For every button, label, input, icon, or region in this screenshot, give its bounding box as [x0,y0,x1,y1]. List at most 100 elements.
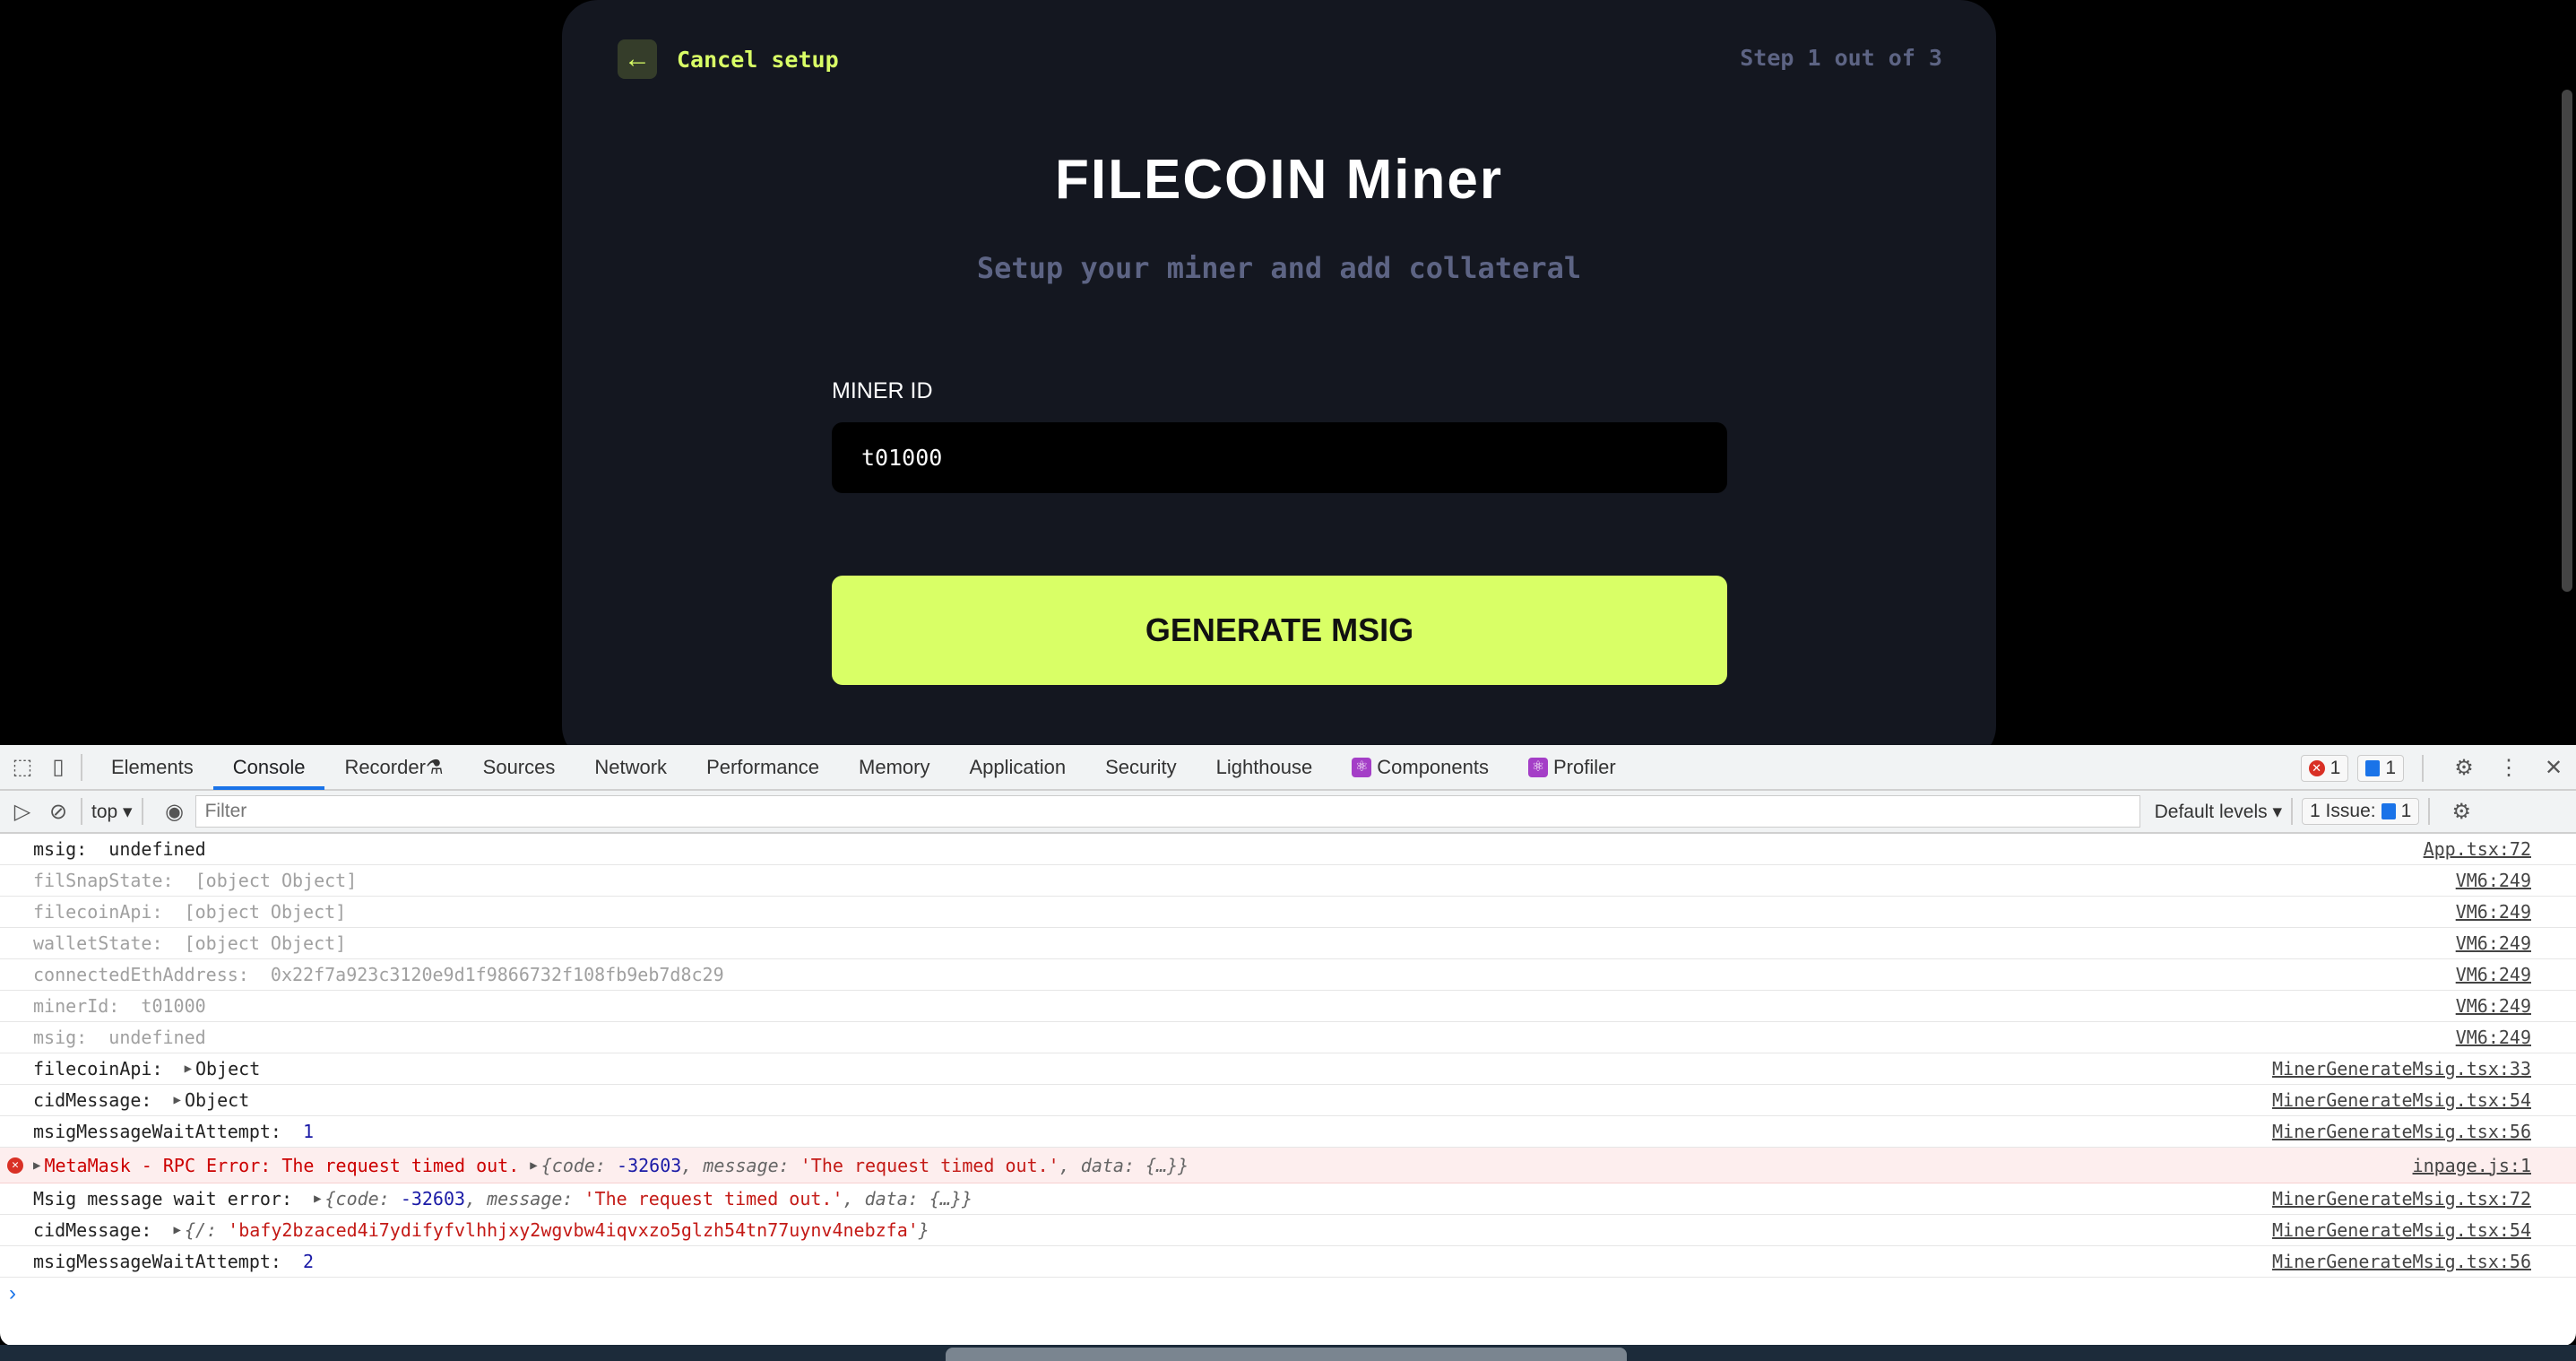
source-link[interactable]: MinerGenerateMsig.tsx:54 [2272,1219,2531,1241]
error-count-badge[interactable]: ✕ 1 [2300,754,2349,782]
context-value: top [91,801,118,822]
tab-lighthouse[interactable]: Lighthouse [1197,745,1333,790]
devtools-tabbar: ⬚ ▯ Elements Console Recorder ⚗ Sources Netw… [0,745,2576,791]
tab-security[interactable]: Security [1085,745,1196,790]
tab-console[interactable]: Console [212,745,325,790]
console-log-row: walletState: [object Object] VM6:249 [0,928,2576,959]
tab-memory[interactable]: Memory [839,745,949,790]
log-levels-select[interactable]: Default levels ▾ [2155,801,2282,823]
miner-id-input[interactable] [832,422,1727,493]
console-error-row: ✕ ▶ MetaMask - RPC Error: The request time… [0,1148,2576,1183]
tab-label: Lighthouse [1215,755,1313,778]
page-subtitle: Setup your miner and add collateral [976,251,1582,285]
console-text: , data: {…}} [843,1188,973,1209]
console-text: minerId: t01000 [33,995,206,1017]
console-text: -32603 [617,1154,682,1176]
source-link[interactable]: VM6:249 [2456,964,2531,985]
step-indicator: Step 1 out of 3 [1740,45,1942,71]
expand-triangle-icon[interactable]: ▶ [174,1093,181,1107]
miner-id-label: MINER ID [832,378,933,403]
source-link[interactable]: MinerGenerateMsig.tsx:56 [2272,1251,2531,1272]
expand-triangle-icon[interactable]: ▶ [185,1062,192,1076]
dock [946,1348,1627,1361]
more-options-icon[interactable]: ⋮ [2495,755,2522,782]
log-levels-value: Default levels [2154,801,2268,822]
context-select[interactable]: top ▾ [91,801,133,823]
tab-label: Components [1377,755,1489,778]
tab-label: Elements [111,755,194,778]
tab-performance[interactable]: Performance [687,745,839,790]
sidebar-toggle-icon[interactable]: ▷ [9,798,36,825]
console-text: Object [184,1089,250,1111]
inspect-element-icon[interactable]: ⬚ [9,754,36,781]
console-text: 2 [303,1251,315,1272]
source-link[interactable]: VM6:249 [2456,901,2531,923]
console-settings-gear-icon[interactable]: ⚙ [2448,798,2475,825]
tab-network[interactable]: Network [575,745,687,790]
console-text: connectedEthAddress: 0x22f7a923c3120e9d1… [33,964,724,985]
console-text: {code: [324,1188,401,1209]
console-text: filSnapState: [object Object] [33,870,358,891]
console-text: filecoinApi: [33,1058,185,1079]
source-link[interactable]: VM6:249 [2456,1027,2531,1048]
tab-components[interactable]: ⚛ Components [1332,745,1508,790]
tab-label: Sources [482,755,556,778]
error-icon: ✕ [7,1157,23,1174]
console-text: 'The request timed out.' [800,1154,1059,1176]
expand-triangle-icon[interactable]: ▶ [530,1158,537,1173]
source-link[interactable]: inpage.js:1 [2413,1155,2531,1176]
console-text: undefined [108,838,206,860]
source-link[interactable]: VM6:249 [2456,932,2531,954]
console-text: msigMessageWaitAttempt: [33,1251,304,1272]
tab-label: Security [1105,755,1177,778]
divider [81,753,82,781]
console-text: walletState: [object Object] [33,932,347,954]
expand-triangle-icon[interactable]: ▶ [33,1158,40,1173]
clear-console-icon[interactable]: ⊘ [45,798,72,825]
console-text: , data: {…}} [1059,1154,1189,1176]
page-scrollbar[interactable] [2562,90,2572,592]
message-count: 1 [2385,757,2396,778]
expand-triangle-icon[interactable]: ▶ [174,1223,181,1237]
source-link[interactable]: VM6:249 [2456,870,2531,891]
console-log-row: msigMessageWaitAttempt: 1 MinerGenerateMs… [0,1116,2576,1148]
console-log-row: msig: undefined VM6:249 [0,1022,2576,1053]
eye-icon[interactable]: ◉ [161,798,188,825]
console-text: msig: [33,838,109,860]
source-link[interactable]: MinerGenerateMsig.tsx:54 [2272,1089,2531,1111]
console-log-row: cidMessage: ▶ Object MinerGenerateMsig.tsx… [0,1085,2576,1116]
console-text: {code: [540,1154,618,1176]
arrow-left-icon: ← [618,39,657,79]
generate-msig-button[interactable]: GENERATE MSIG [832,576,1727,685]
cancel-setup-button[interactable]: ← Cancel setup [618,39,839,79]
tab-profiler[interactable]: ⚛ Profiler [1508,745,1636,790]
console-messages: msig: undefined App.tsx:72 filSnapState: [… [0,834,2576,1278]
console-text: 'The request timed out.' [583,1188,843,1209]
source-link[interactable]: VM6:249 [2456,995,2531,1017]
tab-recorder[interactable]: Recorder ⚗ [324,745,462,790]
tab-label: Performance [706,755,820,778]
tab-sources[interactable]: Sources [463,745,575,790]
source-link[interactable]: MinerGenerateMsig.tsx:72 [2272,1188,2531,1209]
filter-input[interactable] [194,795,2140,828]
settings-gear-icon[interactable]: ⚙ [2451,755,2477,782]
console-prompt[interactable]: › [0,1278,2576,1309]
issues-button[interactable]: 1 Issue: 1 [2302,798,2420,825]
close-icon[interactable]: ✕ [2540,755,2567,782]
console-text: MetaMask - RPC Error: The request timed … [44,1154,531,1176]
source-link[interactable]: MinerGenerateMsig.tsx:56 [2272,1121,2531,1142]
source-link[interactable]: MinerGenerateMsig.tsx:33 [2272,1058,2531,1079]
device-toolbar-icon[interactable]: ▯ [45,754,72,781]
tab-elements[interactable]: Elements [91,745,213,790]
console-log-row: filecoinApi: ▶ Object MinerGenerateMsig.ts… [0,1053,2576,1085]
tab-application[interactable]: Application [949,745,1085,790]
setup-card: ← Cancel setup Step 1 out of 3 FILECOIN … [562,0,1996,762]
source-link[interactable]: App.tsx:72 [2424,838,2531,860]
message-count-badge[interactable]: 1 [2357,754,2404,782]
message-icon [2365,759,2381,776]
console-text: cidMessage: [33,1089,174,1111]
expand-triangle-icon[interactable]: ▶ [314,1192,321,1206]
divider [2428,798,2431,825]
flask-icon: ⚗ [425,755,444,778]
tab-label: Application [969,755,1067,778]
